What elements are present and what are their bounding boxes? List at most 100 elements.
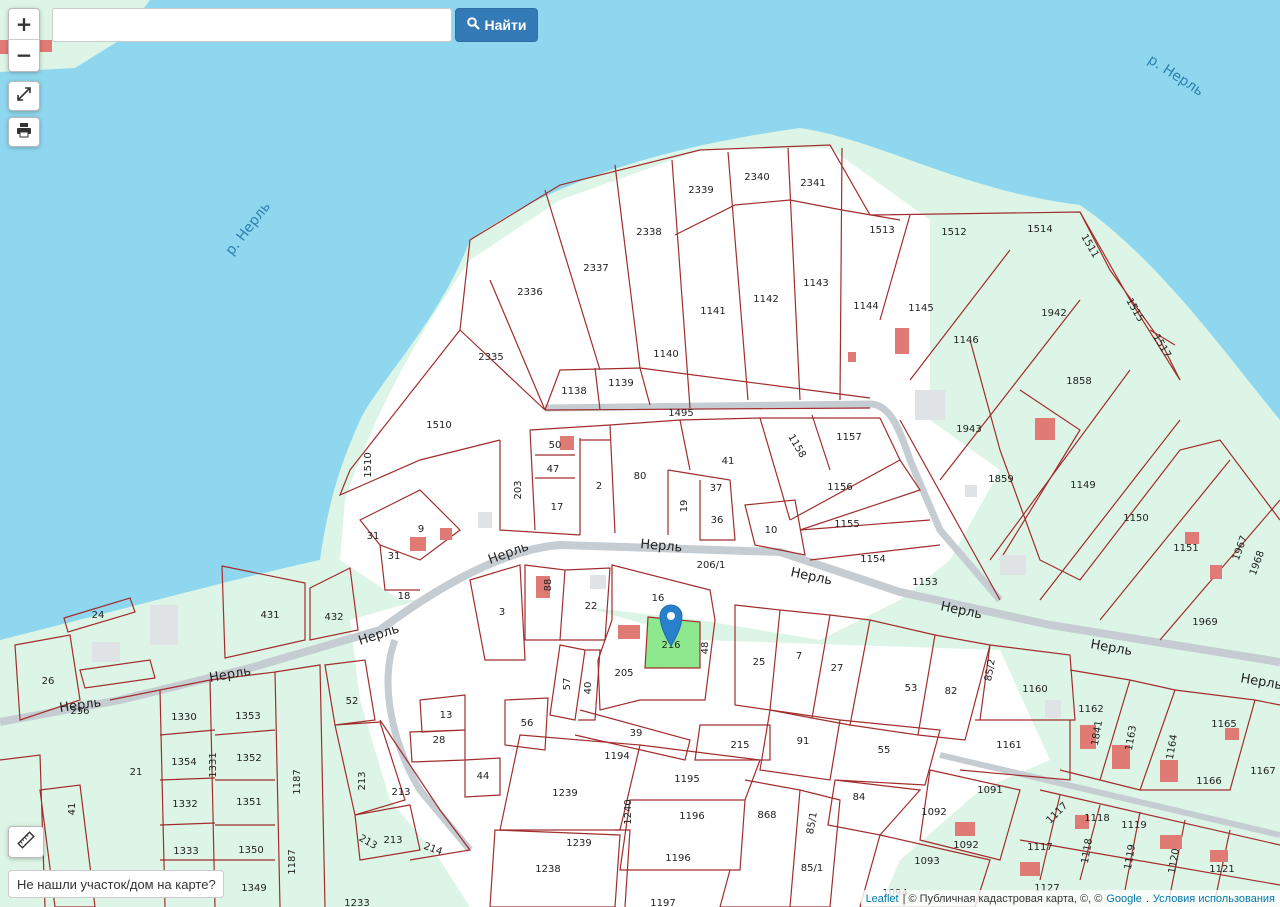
terms-link[interactable]: Условия использования [1153,893,1275,905]
svg-text:1160: 1160 [1022,684,1047,695]
zoom-out-button[interactable]: − [9,40,39,70]
google-link[interactable]: Google [1106,893,1141,905]
svg-text:1161: 1161 [996,740,1021,751]
map-attribution: Leaflet | © Публичная кадастровая карта,… [860,890,1280,907]
svg-text:1149: 1149 [1070,480,1095,491]
svg-text:7: 7 [796,651,802,662]
svg-text:26: 26 [42,676,55,687]
missing-plot-help-link[interactable]: Не нашли участок/дом на карте? [8,870,224,898]
svg-text:31: 31 [367,531,380,542]
svg-text:1510: 1510 [426,420,451,431]
svg-text:13: 13 [440,710,453,721]
svg-text:50: 50 [549,440,562,451]
svg-text:41: 41 [722,456,735,467]
svg-text:55: 55 [878,745,891,756]
svg-text:84: 84 [853,792,866,803]
svg-text:868: 868 [757,810,776,821]
svg-text:1942: 1942 [1041,308,1066,319]
svg-text:1196: 1196 [665,853,690,864]
svg-text:47: 47 [547,464,560,475]
svg-text:40: 40 [583,682,594,695]
svg-text:85/1: 85/1 [801,863,823,874]
svg-text:1513: 1513 [869,225,894,236]
svg-text:1092: 1092 [953,840,978,851]
svg-text:213: 213 [391,787,410,798]
svg-text:52: 52 [346,696,359,707]
svg-text:1167: 1167 [1250,766,1275,777]
svg-text:1153: 1153 [912,577,937,588]
svg-text:31: 31 [388,551,401,562]
svg-text:1240: 1240 [623,799,634,824]
svg-text:1197: 1197 [650,898,675,907]
svg-text:213: 213 [383,835,402,846]
svg-text:82: 82 [945,686,958,697]
svg-text:25: 25 [753,657,766,668]
svg-text:206/1: 206/1 [697,560,726,571]
zoom-in-button[interactable]: + [9,9,39,40]
svg-text:1333: 1333 [173,846,198,857]
svg-text:1146: 1146 [953,335,978,346]
fullscreen-button[interactable] [8,81,40,111]
svg-text:1239: 1239 [552,788,577,799]
svg-text:10: 10 [765,525,778,536]
svg-text:2338: 2338 [636,227,661,238]
svg-text:18: 18 [398,591,411,602]
svg-text:56: 56 [521,718,534,729]
svg-text:1143: 1143 [803,278,828,289]
svg-text:1165: 1165 [1211,719,1236,730]
svg-text:53: 53 [905,683,918,694]
svg-text:37: 37 [710,483,723,494]
svg-text:1139: 1139 [608,378,633,389]
svg-text:2: 2 [596,481,602,492]
svg-text:1141: 1141 [700,306,725,317]
svg-text:1353: 1353 [235,711,260,722]
print-button[interactable] [8,117,40,147]
svg-text:80: 80 [634,471,647,482]
svg-text:431: 431 [260,610,279,621]
svg-text:1187: 1187 [287,849,298,874]
map-canvas[interactable]: 2339 2340 2341 2338 2337 2336 2335 1141 … [0,0,1280,907]
svg-text:1154: 1154 [860,554,885,565]
svg-text:1514: 1514 [1027,224,1052,235]
svg-text:1354: 1354 [171,757,196,768]
svg-text:1331: 1331 [208,752,219,777]
svg-text:2337: 2337 [583,263,608,274]
svg-text:17: 17 [551,502,564,513]
svg-text:2336: 2336 [517,287,542,298]
svg-text:1166: 1166 [1196,776,1221,787]
svg-text:1330: 1330 [171,712,196,723]
ruler-icon [17,830,35,854]
svg-text:1349: 1349 [241,883,266,894]
search-input[interactable] [52,8,452,42]
svg-text:1118: 1118 [1084,813,1109,824]
svg-text:1859: 1859 [988,474,1013,485]
svg-text:21: 21 [130,767,143,778]
svg-text:1332: 1332 [172,799,197,810]
expand-icon [16,86,32,107]
svg-text:432: 432 [324,612,343,623]
svg-text:1156: 1156 [827,482,852,493]
zoom-control: + − [8,8,40,72]
svg-text:2335: 2335 [478,352,503,363]
svg-text:1142: 1142 [753,294,778,305]
measure-button[interactable] [8,826,44,858]
leaflet-link[interactable]: Leaflet [866,893,899,905]
svg-text:1121: 1121 [1209,864,1234,875]
svg-text:1350: 1350 [238,845,263,856]
svg-text:1233: 1233 [344,898,369,907]
cadastral-map[interactable]: 2339 2340 2341 2338 2337 2336 2335 1141 … [0,0,1280,907]
svg-text:88: 88 [543,579,554,592]
svg-text:1119: 1119 [1121,820,1146,831]
svg-text:1151: 1151 [1173,543,1198,554]
svg-text:36: 36 [711,515,724,526]
svg-text:1195: 1195 [674,774,699,785]
svg-text:28: 28 [433,735,446,746]
svg-text:1187: 1187 [292,769,303,794]
svg-text:1117: 1117 [1027,842,1052,853]
svg-text:3: 3 [499,607,505,618]
svg-text:1145: 1145 [908,303,933,314]
search-button-label: Найти [484,17,527,33]
svg-text:1162: 1162 [1078,704,1103,715]
svg-text:1140: 1140 [653,349,678,360]
search-button[interactable]: Найти [455,8,538,42]
